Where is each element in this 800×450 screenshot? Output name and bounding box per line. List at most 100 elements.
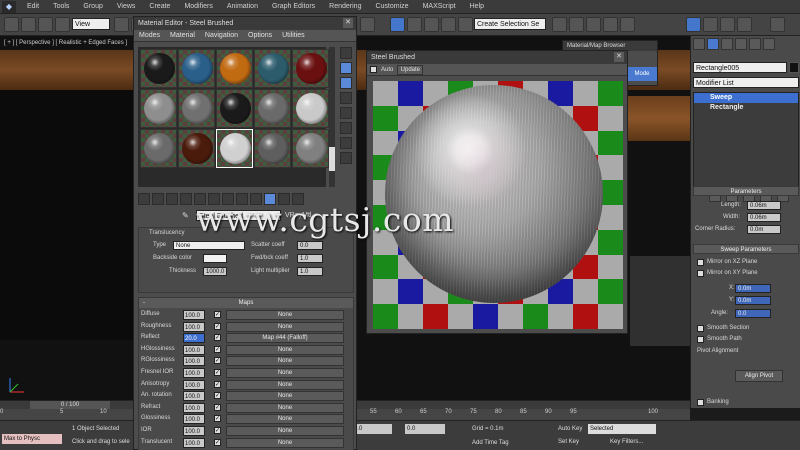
stack-item-rectangle[interactable]: Rectangle [694,103,798,113]
maps-header[interactable]: - Maps [139,298,353,308]
fwd-bck-coeff-input[interactable]: 1.0 [297,254,323,263]
material-slot[interactable] [292,49,329,88]
put-to-scene-icon[interactable] [152,193,164,205]
map-slot-button[interactable]: None [226,391,344,402]
scroll-thumb[interactable] [329,147,335,171]
slots-scrollbar[interactable] [329,47,335,187]
render-setup-icon[interactable] [703,17,718,32]
align-icon[interactable] [552,17,567,32]
map-amount-input[interactable]: 100.0 [183,379,205,390]
map-enable-checkbox[interactable]: ✓ [214,403,221,411]
menu-edit[interactable]: Edit [20,3,46,10]
translucency-type-dropdown[interactable]: None [173,241,245,250]
map-amount-input[interactable]: 100.0 [183,356,205,367]
layer-icon[interactable] [569,17,584,32]
map-enable-checkbox[interactable]: ✓ [214,369,221,376]
parameters-header[interactable]: Parameters [693,186,799,196]
map-enable-checkbox[interactable]: ✓ [214,438,221,446]
viewport-label[interactable]: [ + ] [ Perspective ] [ Realistic + Edge… [4,40,127,46]
view-dropdown[interactable]: View [72,18,110,30]
curve-editor-icon[interactable] [603,17,618,32]
assign-material-icon[interactable] [166,193,178,205]
material-slot[interactable] [140,49,177,88]
selected-dropdown[interactable]: Selected [588,424,656,434]
y-offset-input[interactable]: 0.0m [735,296,771,305]
map-enable-checkbox[interactable]: ✓ [214,380,221,388]
go-forward-icon[interactable] [292,193,304,205]
backside-color-swatch[interactable] [203,254,227,263]
link-icon[interactable] [38,17,53,32]
menu-animation[interactable]: Animation [220,3,265,10]
video-color-check-icon[interactable] [340,107,352,119]
mirror-xz-checkbox[interactable] [697,259,704,266]
map-slot-button[interactable]: None [226,379,344,390]
mirror-icon[interactable] [458,17,473,32]
set-key-button[interactable]: Set Key [556,437,586,447]
auto-checkbox[interactable] [370,66,377,73]
material-slot[interactable] [292,129,329,168]
sweep-parameters-header[interactable]: Sweep Parameters [693,244,799,254]
menu-rendering[interactable]: Rendering [322,3,368,10]
percent-snap-icon[interactable] [407,17,422,32]
map-slot-button[interactable]: None [226,344,344,355]
menu-group[interactable]: Group [76,3,109,10]
make-preview-icon[interactable] [340,122,352,134]
key-filters-button[interactable]: Key Filters... [608,437,654,447]
redo-icon[interactable] [21,17,36,32]
map-enable-checkbox[interactable]: ✓ [214,392,221,400]
modify-tab-icon[interactable] [707,38,719,50]
x-coordinate[interactable]: 0.0 [352,424,392,434]
menu-modifiers[interactable]: Modifiers [177,3,219,10]
time-slider[interactable]: 0 / 100 [30,401,110,409]
material-slot[interactable] [178,89,215,128]
map-slot-button[interactable]: None [226,426,344,436]
menu-help[interactable]: Help [463,3,491,10]
menu-tools[interactable]: Tools [46,3,76,10]
named-selection-set[interactable]: Create Selection Se [474,18,546,30]
x-offset-input[interactable]: 0.0m [735,284,771,293]
smooth-section-checkbox[interactable] [697,325,704,332]
close-icon[interactable]: ✕ [343,18,353,28]
select-by-material-icon[interactable] [340,152,352,164]
smooth-path-checkbox[interactable] [697,336,704,343]
map-slot-button[interactable]: None [226,414,344,425]
get-material-icon[interactable] [138,193,150,205]
show-end-result-icon[interactable] [264,193,276,205]
map-enable-checkbox[interactable]: ✓ [214,334,221,342]
map-slot-button[interactable]: None [226,402,344,413]
menu-maxscript[interactable]: MAXScript [416,3,463,10]
edit-named-sel-icon[interactable] [441,17,456,32]
select-icon[interactable] [114,17,129,32]
map-slot-button[interactable]: None [226,310,344,320]
material-slot[interactable] [254,49,291,88]
map-amount-input[interactable]: 100.0 [183,414,205,425]
close-icon[interactable] [770,17,785,32]
angle-snap-icon[interactable] [390,17,405,32]
material-id-icon[interactable] [236,193,248,205]
material-slot[interactable] [254,89,291,128]
banking-checkbox[interactable] [697,399,704,406]
material-slot[interactable] [140,129,177,168]
map-amount-input[interactable]: 100.0 [183,426,205,436]
y-coordinate[interactable]: 0.0 [405,424,445,434]
angle-input[interactable]: 0.0 [735,309,771,318]
background-icon[interactable] [340,77,352,89]
map-amount-input[interactable]: 100.0 [183,437,205,448]
options-icon[interactable] [340,137,352,149]
sample-type-icon[interactable] [340,47,352,59]
object-color-swatch[interactable] [789,62,799,73]
material-slot[interactable] [216,89,253,128]
material-editor-icon[interactable] [686,17,701,32]
light-multiplier-input[interactable]: 1.0 [297,267,323,276]
align-pivot-button[interactable]: Align Pivot [735,370,783,382]
menu-navigation[interactable]: Navigation [200,32,243,39]
close-icon[interactable]: ✕ [614,52,624,62]
menu-material[interactable]: Material [165,32,200,39]
map-enable-checkbox[interactable]: ✓ [214,427,221,434]
map-enable-checkbox[interactable]: ✓ [214,415,221,423]
copy-material-icon[interactable] [194,193,206,205]
scatter-coeff-input[interactable]: 0.0 [297,241,323,250]
menu-graph-editors[interactable]: Graph Editors [265,3,322,10]
map-amount-input[interactable]: 100.0 [183,344,205,355]
make-unique-icon[interactable] [208,193,220,205]
